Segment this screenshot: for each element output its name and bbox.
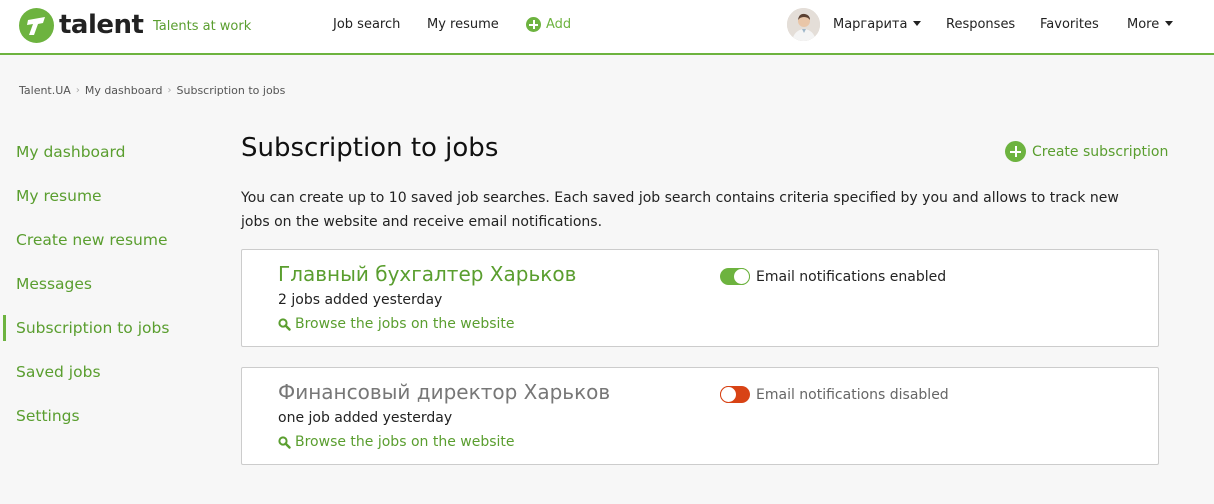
tagline: Talents at work [153,19,252,34]
breadcrumb-talent-ua[interactable]: Talent.UA [19,84,71,97]
breadcrumb-current: Subscription to jobs [176,84,286,97]
subscription-title[interactable]: Главный бухгалтер Харьков [278,262,576,286]
sidebar-item-subscription-to-jobs[interactable]: Subscription to jobs [0,306,200,350]
sidebar: My dashboard My resume Create new resume… [0,130,200,438]
top-header: talent Talents at work Job search My res… [0,0,1214,55]
plus-circle-icon [526,17,541,32]
breadcrumb: Talent.UA › My dashboard › Subscription … [19,84,285,97]
browse-jobs-label: Browse the jobs on the website [295,316,515,332]
plus-circle-icon [1005,141,1026,162]
email-notifications-toggle[interactable] [720,386,750,403]
breadcrumb-separator: › [75,85,80,96]
nav-responses[interactable]: Responses [946,17,1015,32]
jobs-added-count: one job added yesterday [278,410,453,426]
breadcrumb-separator: › [167,85,172,96]
page-title: Subscription to jobs [241,133,499,163]
nav-more-label: More [1127,17,1160,32]
sidebar-item-my-resume[interactable]: My resume [0,174,200,218]
create-subscription-label: Create subscription [1032,143,1169,160]
jobs-added-count: 2 jobs added yesterday [278,292,443,308]
nav-more[interactable]: More [1127,17,1174,32]
search-icon [278,435,291,449]
sidebar-item-saved-jobs[interactable]: Saved jobs [0,350,200,394]
toggle-knob [733,268,750,285]
sidebar-item-settings[interactable]: Settings [0,394,200,438]
nav-add-label: Add [546,17,572,32]
caret-down-icon [1165,21,1174,26]
subscription-title[interactable]: Финансовый директор Харьков [278,380,610,404]
nav-add-button[interactable]: Add [526,17,571,32]
sidebar-item-create-new-resume[interactable]: Create new resume [0,218,200,262]
logo-text: talent [59,10,144,40]
browse-jobs-label: Browse the jobs on the website [295,434,515,450]
email-notifications-label: Email notifications disabled [756,387,949,403]
browse-jobs-link[interactable]: Browse the jobs on the website [278,316,515,332]
email-notifications-toggle[interactable] [720,268,750,285]
user-name: Маргарита [833,17,908,32]
intro-text: You can create up to 10 saved job search… [241,190,1119,230]
toggle-knob [720,386,737,403]
breadcrumb-my-dashboard[interactable]: My dashboard [85,84,163,97]
talent-logo[interactable]: talent [19,7,144,43]
user-menu[interactable]: Маргарита [833,17,922,32]
nav-favorites[interactable]: Favorites [1040,17,1099,32]
create-subscription-button[interactable]: Create subscription [1005,141,1168,162]
avatar[interactable] [787,8,820,41]
nav-my-resume[interactable]: My resume [427,17,499,32]
subscription-card: Финансовый директор Харьков one job adde… [241,367,1159,465]
nav-job-search[interactable]: Job search [333,17,400,32]
browse-jobs-link[interactable]: Browse the jobs on the website [278,434,515,450]
subscription-card: Главный бухгалтер Харьков 2 jobs added y… [241,249,1159,347]
caret-down-icon [913,21,922,26]
talent-logo-icon [19,7,54,43]
search-icon [278,317,291,331]
email-notifications-label: Email notifications enabled [756,269,947,285]
sidebar-item-messages[interactable]: Messages [0,262,200,306]
sidebar-item-my-dashboard[interactable]: My dashboard [0,130,200,174]
